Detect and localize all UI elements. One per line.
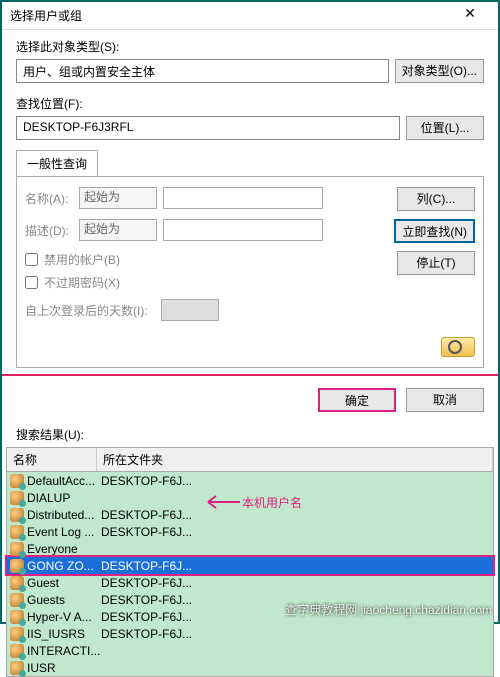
- row-name: Guest: [27, 576, 101, 590]
- principal-icon: [10, 525, 24, 539]
- cancel-button[interactable]: 取消: [406, 388, 484, 412]
- days-since-logon-label: 自上次登录后的天数(I):: [25, 302, 155, 319]
- name-label: 名称(A):: [25, 190, 73, 207]
- location-section: 查找位置(F): DESKTOP-F6J3RFL 位置(L)...: [2, 87, 498, 144]
- locations-button[interactable]: 位置(L)...: [406, 116, 484, 140]
- close-icon[interactable]: ✕: [450, 5, 490, 27]
- row-folder: DESKTOP-F6J...: [101, 559, 490, 573]
- principal-icon: [10, 661, 24, 675]
- principal-icon: [10, 644, 24, 658]
- row-name: Event Log ...: [27, 525, 101, 539]
- tab-common-queries[interactable]: 一般性查询: [16, 150, 98, 176]
- row-name: IIS_IUSRS: [27, 627, 101, 641]
- row-folder: DESKTOP-F6J...: [101, 576, 490, 590]
- stop-button[interactable]: 停止(T): [397, 251, 475, 275]
- window-title: 选择用户或组: [10, 7, 450, 24]
- table-row[interactable]: Distributed...DESKTOP-F6J...: [7, 506, 493, 523]
- principal-icon: [10, 491, 24, 505]
- table-header: 名称 所在文件夹: [7, 448, 493, 472]
- location-label: 查找位置(F):: [16, 95, 484, 112]
- row-folder: DESKTOP-F6J...: [101, 474, 490, 488]
- principal-icon: [10, 576, 24, 590]
- principal-icon: [10, 508, 24, 522]
- table-row[interactable]: GONG ZO...DESKTOP-F6J...: [7, 557, 493, 574]
- row-name: Guests: [27, 593, 101, 607]
- row-name: DefaultAcc...: [27, 474, 101, 488]
- columns-button[interactable]: 列(C)...: [397, 187, 475, 211]
- watermark: 查字典教程网 jiaocheng.chazidian.com: [285, 601, 492, 618]
- row-name: Distributed...: [27, 508, 101, 522]
- titlebar: 选择用户或组 ✕: [2, 2, 498, 30]
- results-label: 搜索结果(U):: [2, 424, 498, 445]
- principal-icon: [10, 627, 24, 641]
- row-folder: DESKTOP-F6J...: [101, 627, 490, 641]
- col-name[interactable]: 名称: [7, 448, 97, 471]
- search-icon[interactable]: [441, 337, 475, 357]
- table-row[interactable]: Everyone: [7, 540, 493, 557]
- col-folder[interactable]: 所在文件夹: [97, 448, 493, 471]
- row-folder: DESKTOP-F6J...: [101, 508, 490, 522]
- location-field[interactable]: DESKTOP-F6J3RFL: [16, 116, 400, 140]
- object-types-button[interactable]: 对象类型(O)...: [395, 59, 484, 83]
- principal-icon: [10, 559, 24, 573]
- nonexpiring-password-label: 不过期密码(X): [44, 274, 120, 291]
- find-now-button[interactable]: 立即查找(N): [394, 219, 475, 243]
- principal-icon: [10, 542, 24, 556]
- tabs: 一般性查询: [16, 150, 484, 176]
- dialog-actions: 确定 取消: [2, 376, 498, 424]
- row-name: Hyper-V A...: [27, 610, 101, 624]
- desc-input[interactable]: [163, 219, 323, 241]
- disabled-accounts-checkbox[interactable]: [25, 253, 38, 266]
- table-row[interactable]: DIALUP: [7, 489, 493, 506]
- principal-icon: [10, 610, 24, 624]
- disabled-accounts-label: 禁用的帐户(B): [44, 251, 120, 268]
- row-name: IUSR: [27, 661, 101, 675]
- days-select[interactable]: [161, 299, 219, 321]
- row-name: Everyone: [27, 542, 101, 556]
- table-row[interactable]: DefaultAcc...DESKTOP-F6J...: [7, 472, 493, 489]
- row-name: INTERACTI...: [27, 644, 101, 658]
- object-type-section: 选择此对象类型(S): 用户、组或内置安全主体 对象类型(O)...: [2, 30, 498, 87]
- row-name: DIALUP: [27, 491, 101, 505]
- table-row[interactable]: INTERACTI...: [7, 642, 493, 659]
- table-row[interactable]: GuestDESKTOP-F6J...: [7, 574, 493, 591]
- object-type-field[interactable]: 用户、组或内置安全主体: [16, 59, 389, 83]
- table-row[interactable]: IUSR: [7, 659, 493, 676]
- desc-label: 描述(D):: [25, 222, 73, 239]
- row-folder: DESKTOP-F6J...: [101, 525, 490, 539]
- principal-icon: [10, 474, 24, 488]
- desc-mode-select[interactable]: 起始为: [79, 219, 157, 241]
- principal-icon: [10, 593, 24, 607]
- object-type-label: 选择此对象类型(S):: [16, 38, 484, 55]
- ok-button[interactable]: 确定: [318, 388, 396, 412]
- query-panel: 名称(A): 起始为 描述(D): 起始为 禁用的帐户(B) 不过期密码(X) …: [16, 176, 484, 368]
- table-row[interactable]: Event Log ...DESKTOP-F6J...: [7, 523, 493, 540]
- results-table: 名称 所在文件夹 DefaultAcc...DESKTOP-F6J...DIAL…: [6, 447, 494, 677]
- name-mode-select[interactable]: 起始为: [79, 187, 157, 209]
- name-input[interactable]: [163, 187, 323, 209]
- nonexpiring-password-checkbox[interactable]: [25, 276, 38, 289]
- row-name: GONG ZO...: [27, 559, 101, 573]
- table-row[interactable]: IIS_IUSRSDESKTOP-F6J...: [7, 625, 493, 642]
